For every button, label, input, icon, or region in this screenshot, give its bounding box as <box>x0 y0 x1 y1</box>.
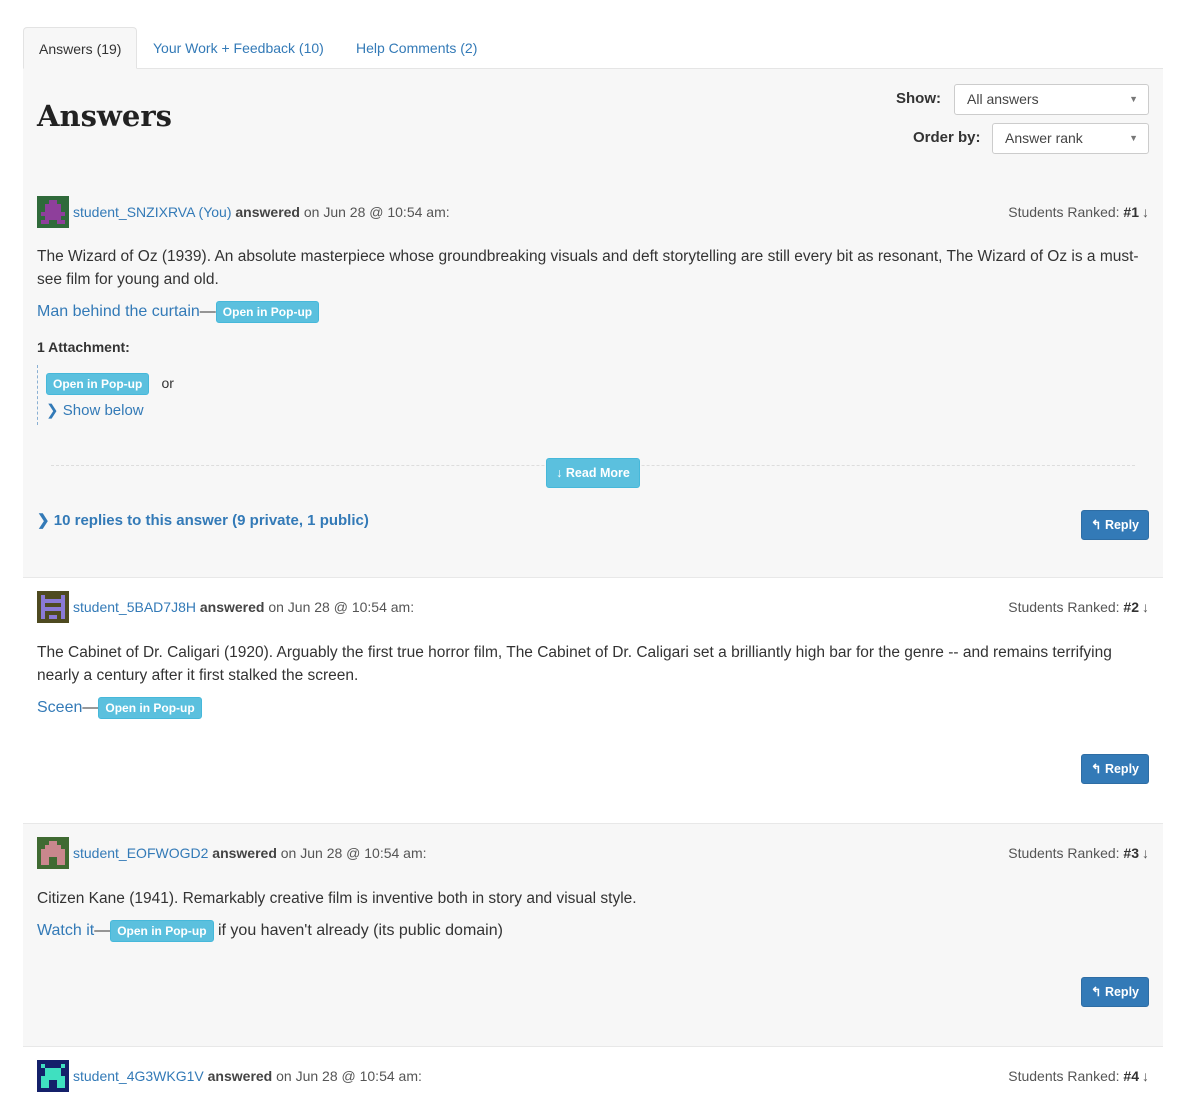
students-ranked: Students Ranked: #3 ↓ <box>1008 845 1149 861</box>
reply-button[interactable]: ↰ Reply <box>1081 510 1149 540</box>
open-popup-button[interactable]: Open in Pop-up <box>110 920 214 942</box>
reply-icon: ↰ <box>1090 518 1102 532</box>
reply-icon: ↰ <box>1090 985 1102 999</box>
rank-value: #1 <box>1123 204 1139 220</box>
attachments-title: 1 Attachment: <box>37 339 130 355</box>
username-link[interactable]: student_4G3WKG1V <box>73 1068 204 1084</box>
open-popup-button[interactable]: Open in Pop-up <box>98 697 202 719</box>
rank-value: #4 <box>1123 1068 1139 1084</box>
answer-text: Citizen Kane (1941). Remarkably creative… <box>37 890 637 907</box>
avatar <box>37 837 69 869</box>
answer-card: student_EOFWOGD2 answered on Jun 28 @ 10… <box>23 824 1163 1046</box>
tab-help-comments[interactable]: Help Comments (2) <box>356 27 477 69</box>
chevron-right-icon: ❯ <box>46 402 59 419</box>
answer-byline: student_4G3WKG1V answered on Jun 28 @ 10… <box>73 1068 422 1084</box>
answer-card: student_4G3WKG1V answered on Jun 28 @ 10… <box>23 1047 1163 1112</box>
arrow-down-icon: ↓ <box>556 466 563 480</box>
reply-icon: ↰ <box>1090 762 1102 776</box>
reply-button[interactable]: ↰ Reply <box>1081 977 1149 1007</box>
username-link[interactable]: student_EOFWOGD2 <box>73 845 208 861</box>
students-ranked: Students Ranked: #2 ↓ <box>1008 599 1149 615</box>
reply-label: Reply <box>1104 518 1139 532</box>
order-by-select[interactable]: Answer rank ▼ <box>992 123 1149 154</box>
chevron-right-icon: ❯ <box>37 512 50 529</box>
answered-label: answered <box>199 599 265 615</box>
answers-panel: Answers Show: All answers ▼ Order by: An… <box>23 69 1163 1112</box>
students-ranked: Students Ranked: #1 ↓ <box>1008 204 1149 220</box>
avatar <box>37 591 69 623</box>
answer-card: student_5BAD7J8H answered on Jun 28 @ 10… <box>23 578 1163 823</box>
arrow-down-icon: ↓ <box>1142 1068 1149 1084</box>
show-select[interactable]: All answers ▼ <box>954 84 1149 115</box>
answer-text: The Cabinet of Dr. Caligari (1920). Argu… <box>37 644 1112 684</box>
answer-link-line: Sceen— Open in Pop-up <box>37 697 202 719</box>
username-link[interactable]: student_5BAD7J8H <box>73 599 196 615</box>
rank-label: Students Ranked: <box>1008 204 1120 220</box>
replies-toggle[interactable]: ❯ 10 replies to this answer (9 private, … <box>37 511 369 529</box>
answer-link-line: Man behind the curtain— Open in Pop-up <box>37 301 320 323</box>
students-ranked: Students Ranked: #4 ↓ <box>1008 1068 1149 1084</box>
order-by-select-value: Answer rank <box>1005 130 1083 146</box>
open-popup-button[interactable]: Open in Pop-up <box>215 301 320 323</box>
reply-label: Reply <box>1104 985 1139 999</box>
reply-label: Reply <box>1104 762 1139 776</box>
show-select-value: All answers <box>967 91 1039 107</box>
or-text: or <box>161 374 174 391</box>
dash: — <box>82 699 99 717</box>
page-title: Answers <box>37 99 172 133</box>
answered-label: answered <box>212 845 277 861</box>
answer-date: on Jun 28 @ 10:54 am: <box>268 599 415 615</box>
tab-answers[interactable]: Answers (19) <box>23 27 138 69</box>
answer-link-suffix: if you haven't already (its public domai… <box>217 922 503 940</box>
rank-label: Students Ranked: <box>1008 599 1120 615</box>
avatar <box>37 1060 69 1092</box>
rank-label: Students Ranked: <box>1008 1068 1120 1084</box>
dash: — <box>199 303 216 321</box>
arrow-down-icon: ↓ <box>1142 599 1149 615</box>
answered-label: answered <box>207 1068 273 1084</box>
rank-value: #3 <box>1123 845 1139 861</box>
attachment-box: Open in Pop-up or ❯ Show below <box>37 365 337 425</box>
arrow-down-icon: ↓ <box>1142 204 1149 220</box>
answer-text: The Wizard of Oz (1939). An absolute mas… <box>37 248 1139 288</box>
dash: — <box>94 922 111 940</box>
order-by-label: Order by: <box>913 129 981 146</box>
answer-link[interactable]: Watch it <box>37 922 94 939</box>
avatar <box>37 196 69 228</box>
answer-date: on Jun 28 @ 10:54 am: <box>276 1068 422 1084</box>
read-more-button[interactable]: ↓ Read More <box>546 458 640 488</box>
answer-byline: student_SNZIXRVA (You) answered on Jun 2… <box>73 204 450 220</box>
open-popup-button[interactable]: Open in Pop-up <box>46 373 150 395</box>
rank-value: #2 <box>1123 599 1139 615</box>
answer-link[interactable]: Man behind the curtain <box>37 303 200 320</box>
answer-link-line: Watch it— Open in Pop-up if you haven't a… <box>37 920 503 942</box>
chevron-down-icon: ▼ <box>1129 133 1138 143</box>
replies-label: 10 replies to this answer (9 private, 1 … <box>53 512 369 529</box>
answer-link[interactable]: Sceen <box>37 699 82 716</box>
answer-card: student_SNZIXRVA (You) answered on Jun 2… <box>23 193 1163 577</box>
tab-bar: Answers (19) Your Work + Feedback (10) H… <box>23 27 1163 69</box>
answer-date: on Jun 28 @ 10:54 am: <box>280 845 427 861</box>
username-link[interactable]: student_SNZIXRVA (You) <box>73 204 232 220</box>
answer-byline: student_EOFWOGD2 answered on Jun 28 @ 10… <box>73 845 427 861</box>
show-label: Show: <box>896 90 941 107</box>
read-more-label: Read More <box>565 466 630 480</box>
answered-label: answered <box>235 204 300 220</box>
show-below-link[interactable]: Show below <box>63 402 144 419</box>
chevron-down-icon: ▼ <box>1129 94 1138 104</box>
answer-byline: student_5BAD7J8H answered on Jun 28 @ 10… <box>73 599 414 615</box>
answer-date: on Jun 28 @ 10:54 am: <box>303 204 450 220</box>
arrow-down-icon: ↓ <box>1142 845 1149 861</box>
rank-label: Students Ranked: <box>1008 845 1120 861</box>
tab-your-work-feedback[interactable]: Your Work + Feedback (10) <box>153 27 324 69</box>
reply-button[interactable]: ↰ Reply <box>1081 754 1149 784</box>
